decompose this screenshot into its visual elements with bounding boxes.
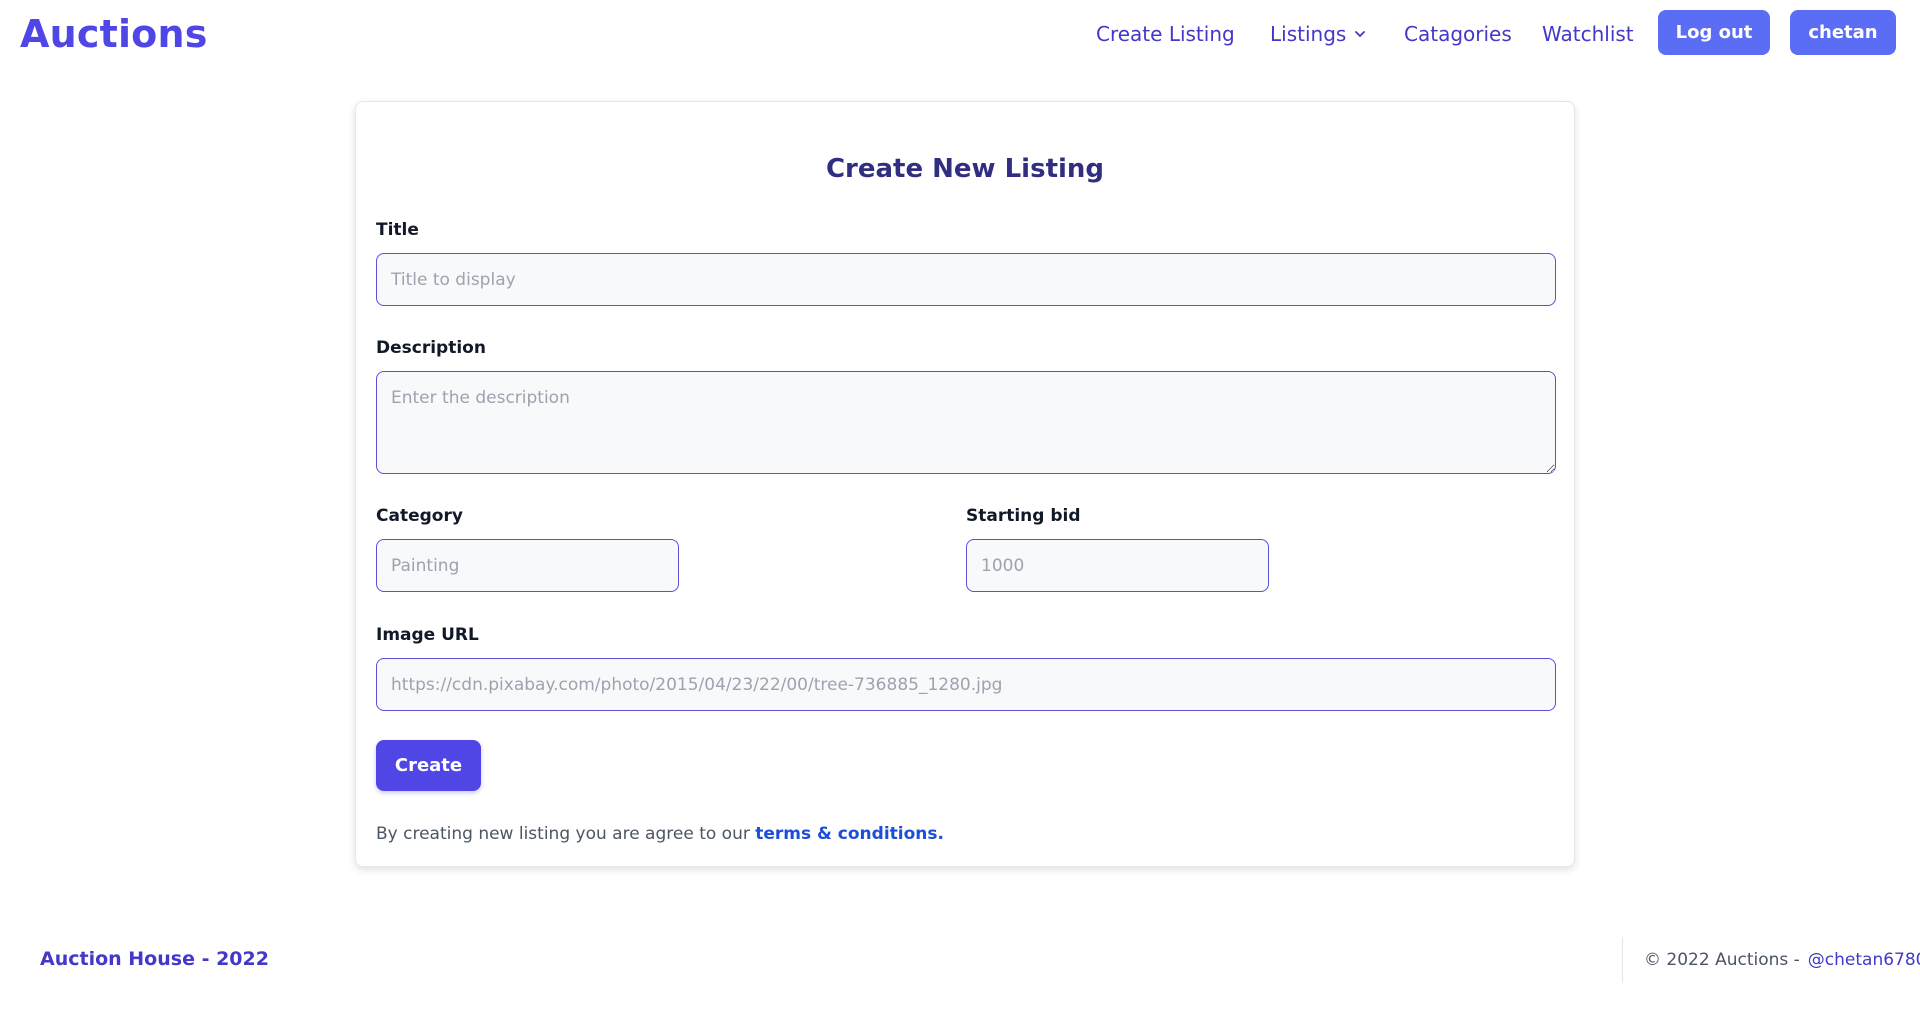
starting-bid-label: Starting bid [966, 506, 1081, 526]
nav-listings-dropdown[interactable]: Listings [1270, 22, 1366, 46]
top-navbar: Auctions Create Listing Listings Catagor… [0, 0, 1920, 70]
image-url-label: Image URL [376, 625, 479, 645]
image-url-input[interactable] [376, 658, 1556, 711]
logout-button[interactable]: Log out [1658, 10, 1770, 55]
description-textarea[interactable] [376, 371, 1556, 474]
nav-listings-label: Listings [1270, 22, 1347, 46]
footer-divider [1622, 937, 1623, 983]
nav-create-listing[interactable]: Create Listing [1096, 22, 1235, 46]
nav-watchlist[interactable]: Watchlist [1542, 22, 1634, 46]
category-input[interactable] [376, 539, 679, 592]
brand-logo[interactable]: Auctions [20, 12, 208, 56]
create-listing-card: Create New Listing Title Description Cat… [355, 101, 1575, 867]
category-label: Category [376, 506, 463, 526]
chevron-down-icon [1355, 31, 1366, 37]
description-label: Description [376, 338, 486, 358]
footer-copyright: © 2022 Auctions - @chetan6780 [1644, 950, 1920, 970]
starting-bid-input[interactable] [966, 539, 1269, 592]
copyright-text: © 2022 Auctions - [1644, 950, 1800, 970]
user-profile-button[interactable]: chetan [1790, 10, 1896, 55]
terms-notice-text: By creating new listing you are agree to… [376, 824, 756, 844]
footer-brand-text: Auction House - 2022 [40, 948, 269, 970]
create-button[interactable]: Create [376, 740, 481, 791]
terms-notice: By creating new listing you are agree to… [376, 824, 944, 844]
author-handle-link[interactable]: @chetan6780 [1808, 950, 1920, 970]
title-input[interactable] [376, 253, 1556, 306]
terms-link[interactable]: terms & conditions. [755, 824, 944, 844]
title-label: Title [376, 220, 419, 240]
page-title: Create New Listing [825, 154, 1105, 184]
nav-categories[interactable]: Catagories [1404, 22, 1512, 46]
